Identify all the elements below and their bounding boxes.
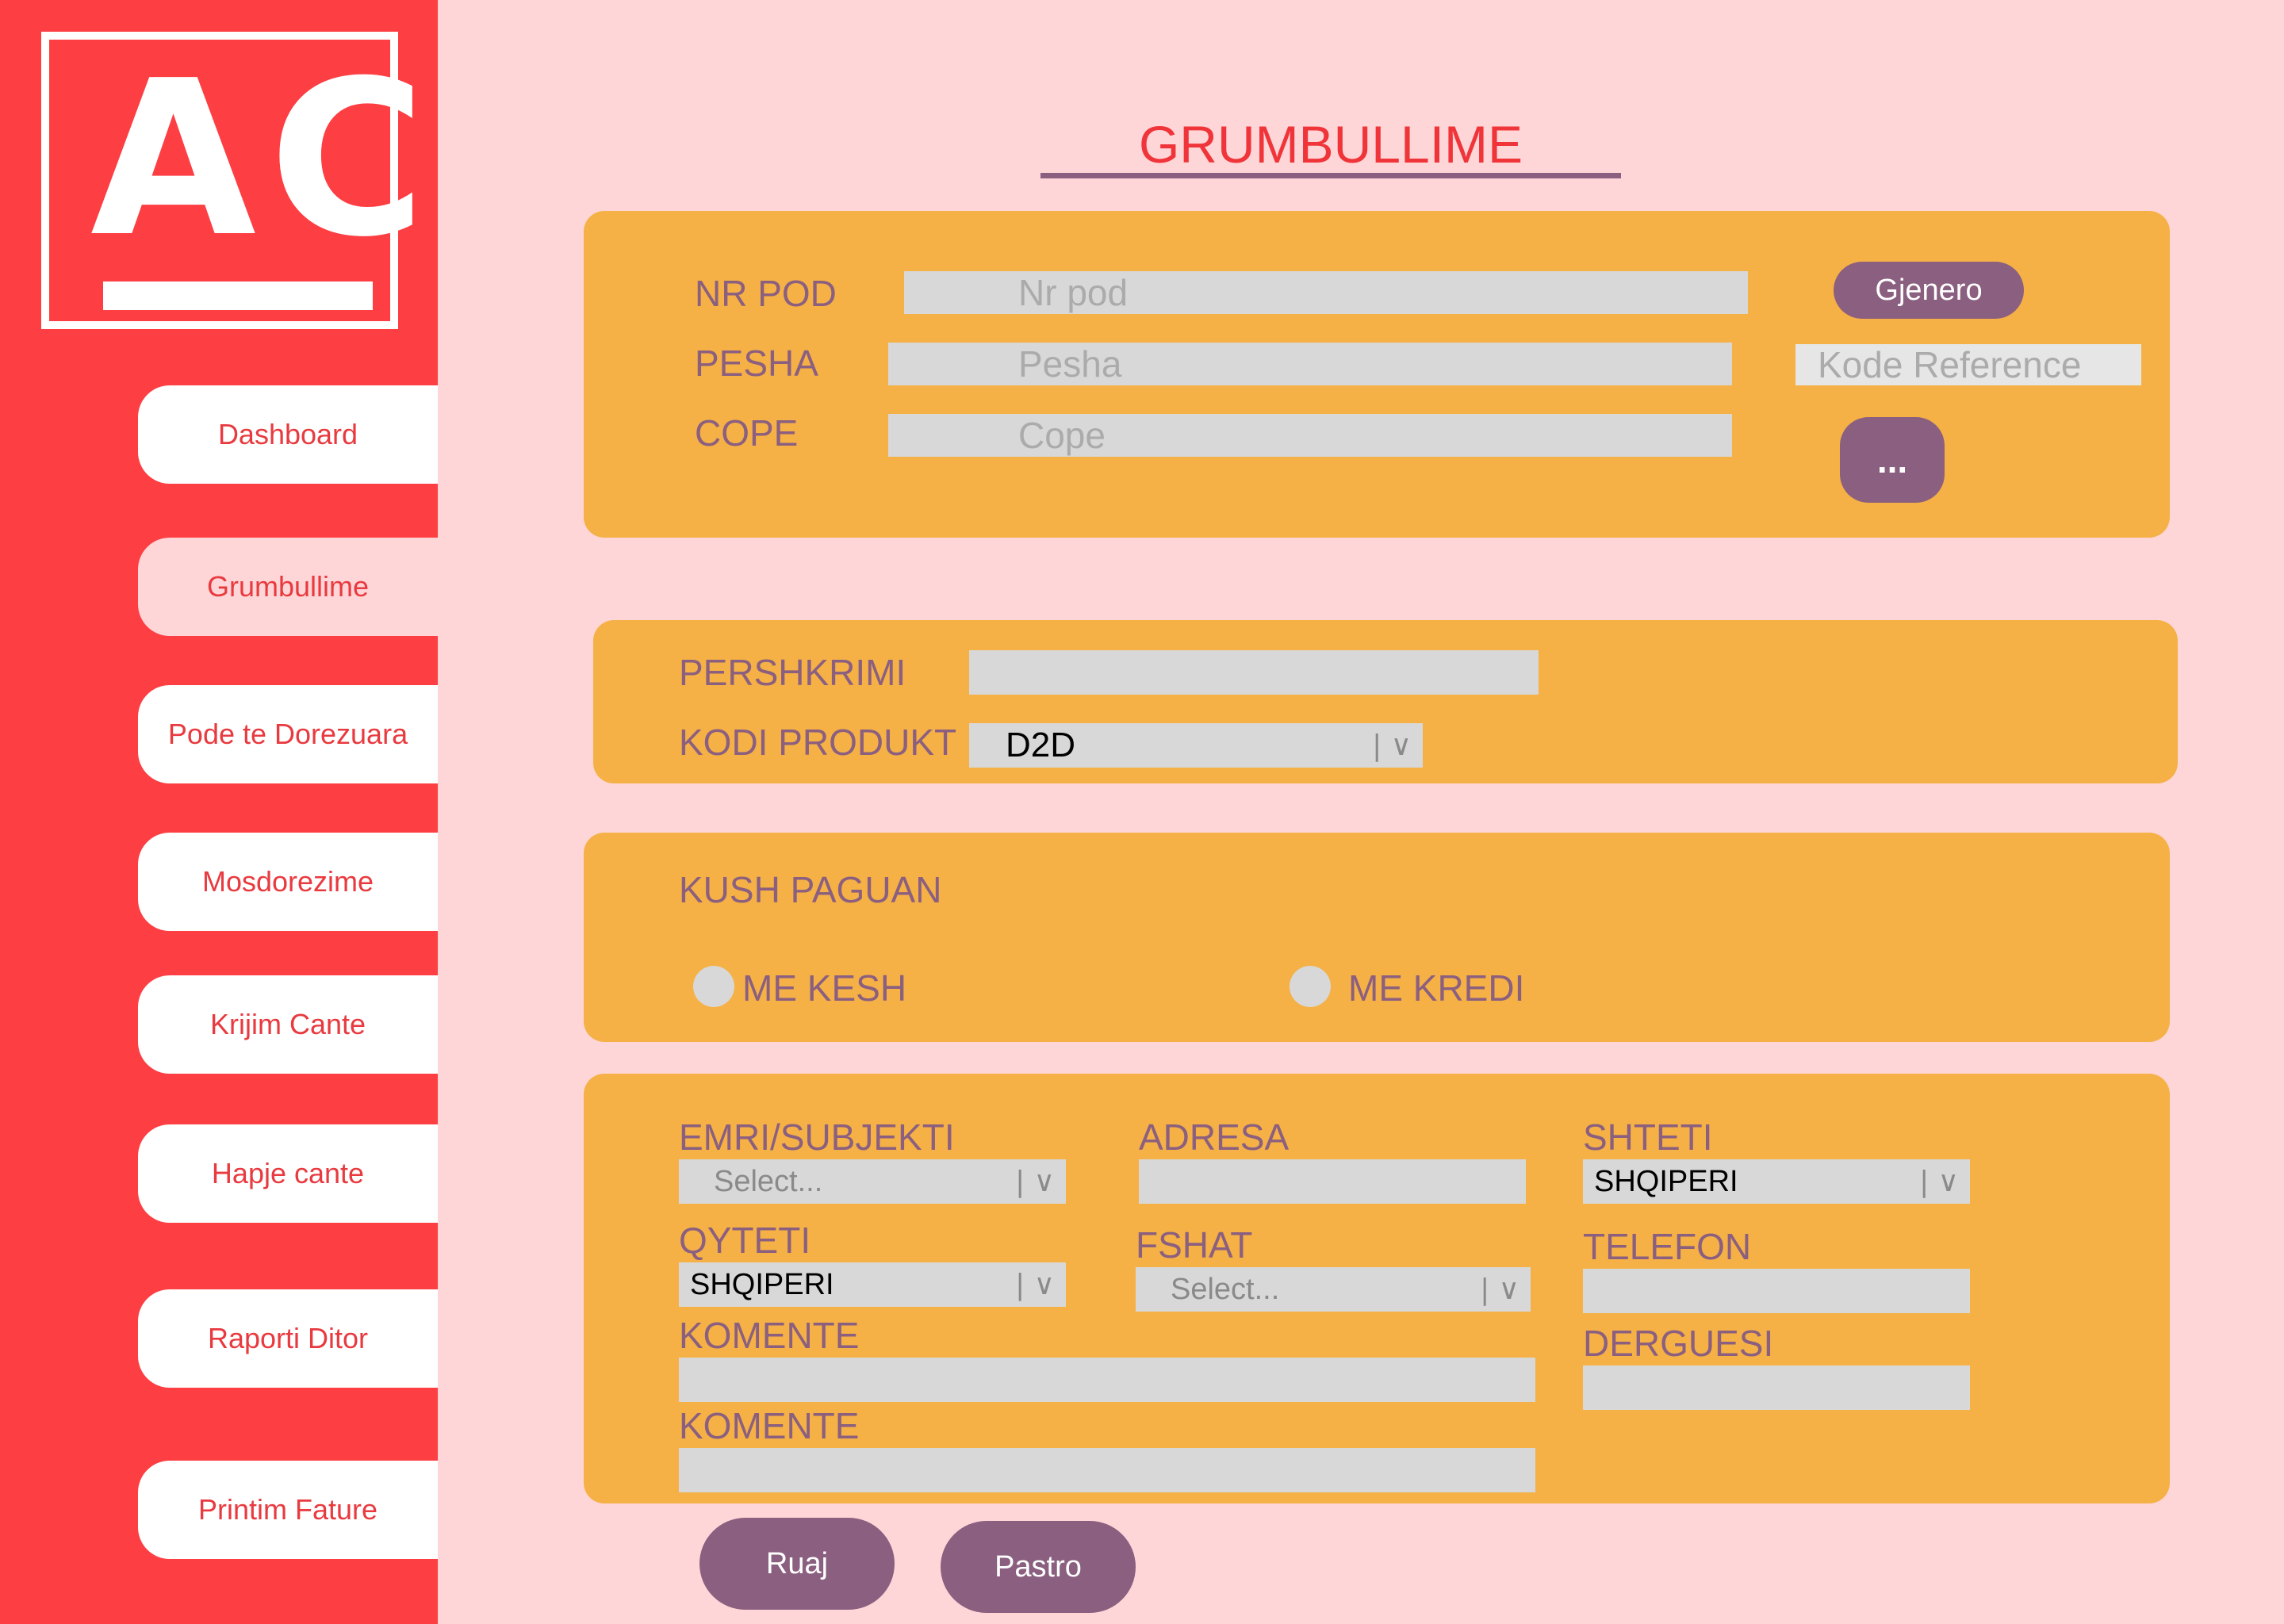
sidebar-item-grumbullime[interactable]: Grumbullime: [138, 538, 438, 636]
generate-button[interactable]: Gjenero: [1834, 262, 2024, 319]
chevron-down-icon: | ∨: [1015, 1268, 1055, 1301]
save-button[interactable]: Ruaj: [699, 1518, 895, 1610]
shteti-label: SHTETI: [1583, 1116, 1713, 1158]
adresa-label: ADRESA: [1139, 1116, 1290, 1158]
sidebar-item-pode-te-dorezuara[interactable]: Pode te Dorezuara: [138, 685, 438, 783]
qyteti-label: QYTETI: [679, 1220, 811, 1261]
cope-placeholder: Cope: [1018, 415, 1106, 456]
emri-subjekti-label: EMRI/SUBJEKTI: [679, 1116, 955, 1158]
sidebar-item-raporti-ditor[interactable]: Raporti Ditor: [138, 1289, 438, 1388]
chevron-down-icon: | ∨: [1919, 1165, 1959, 1198]
kush-paguan-label: KUSH PAGUAN: [679, 869, 942, 910]
kodi-produkt-select[interactable]: D2D | ∨: [969, 723, 1423, 768]
cope-label: COPE: [695, 412, 799, 454]
telefon-label: TELEFON: [1583, 1226, 1752, 1267]
derguesi-input[interactable]: [1583, 1365, 1970, 1410]
telefon-input[interactable]: [1583, 1269, 1970, 1313]
sidebar-item-mosdorezime[interactable]: Mosdorezime: [138, 833, 438, 931]
sidebar-item-dashboard[interactable]: Dashboard: [138, 385, 438, 484]
fshat-value: Select...: [1171, 1272, 1280, 1306]
kode-reference-placeholder: Kode Reference: [1818, 344, 2082, 385]
fshat-label: FSHAT: [1136, 1224, 1253, 1266]
nr-pod-input[interactable]: Nr pod: [904, 271, 1748, 314]
sidebar: AC Dashboard Grumbullime Pode te Dorezua…: [0, 0, 438, 1624]
qyteti-value: SHQIPERI: [690, 1267, 834, 1301]
fshat-select[interactable]: Select... | ∨: [1136, 1267, 1531, 1312]
logo-underline: [103, 282, 373, 310]
title-underline: [1040, 173, 1621, 178]
pershkrimi-label: PERSHKRIMI: [679, 652, 906, 693]
radio-me-kredi[interactable]: [1290, 966, 1331, 1007]
logo-text: AC: [90, 34, 439, 284]
komente-2-input[interactable]: [679, 1448, 1535, 1492]
chevron-down-icon: | ∨: [1480, 1273, 1519, 1306]
sidebar-item-krijim-cante[interactable]: Krijim Cante: [138, 975, 438, 1074]
komente-input[interactable]: [679, 1358, 1535, 1402]
chevron-down-icon: | ∨: [1015, 1165, 1055, 1198]
sidebar-item-hapje-cante[interactable]: Hapje cante: [138, 1124, 438, 1223]
derguesi-label: DERGUESI: [1583, 1323, 1774, 1364]
pesha-input[interactable]: Pesha: [888, 343, 1732, 385]
pershkrimi-input[interactable]: [969, 650, 1539, 695]
app-logo[interactable]: AC: [41, 32, 426, 329]
nr-pod-placeholder: Nr pod: [1018, 272, 1129, 313]
radio-me-kesh[interactable]: [693, 966, 734, 1007]
kode-reference-input[interactable]: Kode Reference: [1795, 344, 2141, 385]
qyteti-select[interactable]: SHQIPERI | ∨: [679, 1262, 1066, 1307]
clear-button[interactable]: Pastro: [941, 1521, 1136, 1613]
shteti-value: SHQIPERI: [1594, 1164, 1738, 1198]
cope-input[interactable]: Cope: [888, 414, 1732, 457]
page-title: GRUMBULLIME: [1138, 115, 1523, 174]
more-options-button[interactable]: ...: [1840, 417, 1945, 503]
kodi-produkt-label: KODI PRODUKT: [679, 722, 957, 763]
me-kesh-label[interactable]: ME KESH: [742, 966, 906, 1010]
nr-pod-label: NR POD: [695, 273, 837, 314]
chevron-down-icon: | ∨: [1372, 729, 1412, 762]
adresa-input[interactable]: [1139, 1159, 1526, 1204]
kodi-produkt-value: D2D: [1006, 726, 1076, 764]
shteti-select[interactable]: SHQIPERI | ∨: [1583, 1159, 1970, 1204]
me-kredi-label[interactable]: ME KREDI: [1348, 966, 1524, 1010]
komente-label: KOMENTE: [679, 1315, 860, 1356]
komente-2-label: KOMENTE: [679, 1405, 860, 1446]
pesha-placeholder: Pesha: [1018, 343, 1122, 385]
payment-panel: [584, 833, 2170, 1042]
sidebar-item-printim-fature[interactable]: Printim Fature: [138, 1461, 438, 1559]
emri-subjekti-select[interactable]: Select... | ∨: [679, 1159, 1066, 1204]
emri-subjekti-value: Select...: [714, 1164, 823, 1198]
pesha-label: PESHA: [695, 343, 818, 384]
